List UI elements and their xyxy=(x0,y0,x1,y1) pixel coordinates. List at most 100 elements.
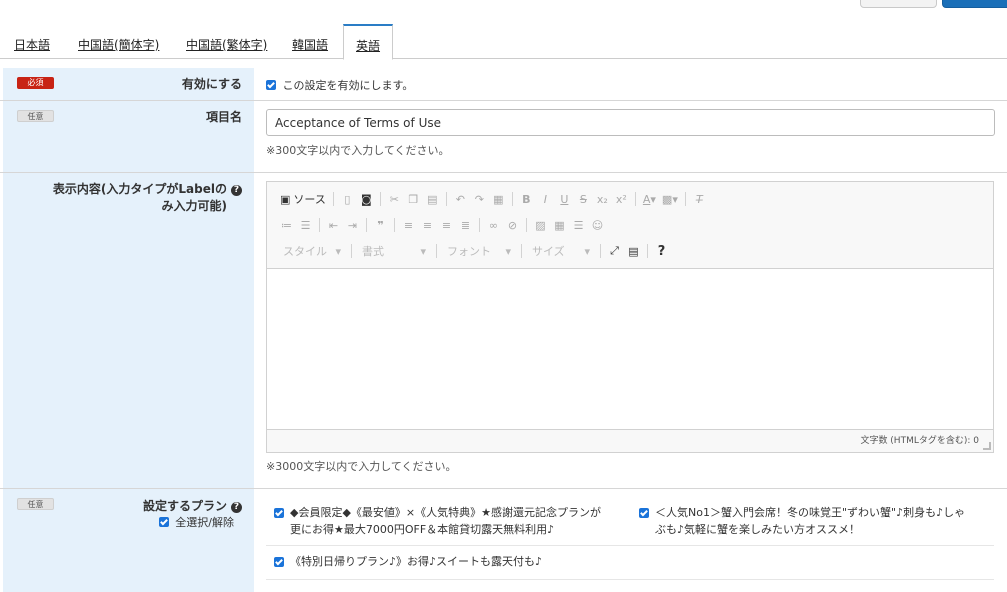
align-justify-icon[interactable]: ≣ xyxy=(456,216,475,234)
bg-color-icon[interactable]: ▩▾ xyxy=(659,190,681,208)
rich-text-editor: ▣ ソース ▯ ◙ ✂ ❐ ▤ ↶ ↷ ▦ B I U S x₂ x² A ▾ … xyxy=(266,181,994,453)
select-all-checkbox[interactable] xyxy=(158,517,169,527)
italic-icon[interactable]: I xyxy=(536,190,555,208)
style-combo[interactable]: スタイル ▾ xyxy=(277,242,347,260)
source-button[interactable]: ▣ ソース xyxy=(277,190,329,208)
image-icon[interactable]: ▨ xyxy=(531,216,550,234)
show-blocks-icon[interactable]: ▤ xyxy=(624,242,643,260)
toolbar-row-2: ≔ ☰ ⇤ ⇥ ❞ ≡ ≡ ≡ ≣ ∞ ⊘ ▨ ▦ ☰ ☺ xyxy=(277,215,607,235)
plan-checkbox[interactable] xyxy=(639,508,649,518)
plan-row: 任意 設定するプラン? 全選択/解除 ◆会員限定◆《最安値》×《人気特典》★感謝… xyxy=(0,489,1007,592)
bold-icon[interactable]: B xyxy=(517,190,536,208)
align-right-icon[interactable]: ≡ xyxy=(437,216,456,234)
horizontal-rule-icon[interactable]: ☰ xyxy=(569,216,588,234)
indent-icon[interactable]: ⇥ xyxy=(343,216,362,234)
plan-label-text: 設定するプラン xyxy=(142,499,227,513)
redo-icon[interactable]: ↷ xyxy=(470,190,489,208)
help-icon[interactable]: ? xyxy=(231,502,242,513)
plan-item[interactable]: ◆会員限定◆《最安値》×《人気特典》★感謝還元記念プランが 更にお得★最大700… xyxy=(274,504,629,538)
display-content-label-line2: み入力可能) xyxy=(161,199,228,213)
tab-chinese-simplified[interactable]: 中国語(簡体字) xyxy=(78,36,159,53)
optional-badge: 任意 xyxy=(17,498,54,510)
source-icon: ▣ xyxy=(280,192,291,206)
select-all-toggle[interactable]: 全選択/解除 xyxy=(158,514,234,530)
bulleted-list-icon[interactable]: ☰ xyxy=(296,216,315,234)
format-combo[interactable]: 書式 ▾ xyxy=(356,242,432,260)
required-badge: 必須 xyxy=(17,77,54,89)
link-icon[interactable]: ∞ xyxy=(484,216,503,234)
plan-text-line1: 《特別日帰りプラン♪》お得♪スイートも露天付も♪ xyxy=(290,555,543,568)
help-icon[interactable]: ? xyxy=(231,185,242,196)
secondary-top-button[interactable] xyxy=(860,0,937,8)
label-column: 任意 項目名 xyxy=(3,101,254,172)
toolbar-row-3: スタイル ▾ 書式 ▾ フォント ▾ サイズ ▾ ⤢ ▤ ? xyxy=(277,241,671,261)
smiley-icon[interactable]: ☺ xyxy=(588,216,607,234)
editor-toolbar: ▣ ソース ▯ ◙ ✂ ❐ ▤ ↶ ↷ ▦ B I U S x₂ x² A ▾ … xyxy=(267,182,993,268)
item-name-row: 任意 項目名 ※300文字以内で入力してください。 xyxy=(0,101,1007,173)
help-icon[interactable]: ? xyxy=(652,242,671,260)
enable-checkbox-label: この設定を有効にします。 xyxy=(282,79,414,92)
find-icon[interactable]: ▦ xyxy=(489,190,508,208)
superscript-icon[interactable]: x² xyxy=(612,190,631,208)
plan-item[interactable]: ＜人気No1＞蟹入門会席！冬の味覚王"ずわい蟹"♪刺身も♪しゃ ぶも♪気軽に蟹を… xyxy=(639,504,989,538)
maximize-icon[interactable]: ⤢ xyxy=(605,242,624,260)
copy-icon[interactable]: ❐ xyxy=(404,190,423,208)
new-page-icon[interactable]: ▯ xyxy=(338,190,357,208)
enable-checkbox-wrap[interactable]: この設定を有効にします。 xyxy=(266,77,413,93)
size-combo[interactable]: サイズ ▾ xyxy=(526,242,596,260)
tab-chinese-traditional[interactable]: 中国語(繁体字) xyxy=(186,36,267,53)
preview-icon[interactable]: ◙ xyxy=(357,190,376,208)
word-count: 文字数 (HTMLタグを含む): 0 xyxy=(860,436,979,446)
blockquote-icon[interactable]: ❞ xyxy=(371,216,390,234)
remove-format-icon[interactable]: T̶ xyxy=(690,190,709,208)
unlink-icon[interactable]: ⊘ xyxy=(503,216,522,234)
cut-icon[interactable]: ✂ xyxy=(385,190,404,208)
tab-japanese[interactable]: 日本語 xyxy=(14,36,50,53)
chevron-down-icon: ▾ xyxy=(420,244,426,258)
plan-divider xyxy=(266,545,994,546)
resize-handle[interactable] xyxy=(983,442,991,450)
display-content-hint: ※3000文字以内で入力してください。 xyxy=(266,460,457,473)
plan-divider xyxy=(266,579,994,580)
language-tabs: 日本語 中国語(簡体字) 中国語(繁体字) 韓国語 英語 xyxy=(0,24,1007,60)
table-icon[interactable]: ▦ xyxy=(550,216,569,234)
optional-badge: 任意 xyxy=(17,110,54,122)
paste-icon[interactable]: ▤ xyxy=(423,190,442,208)
plan-text-line2: 更にお得★最大7000円OFF＆本館貸切露天無料利用♪ xyxy=(290,523,555,536)
toolbar-row-1: ▣ ソース ▯ ◙ ✂ ❐ ▤ ↶ ↷ ▦ B I U S x₂ x² A ▾ … xyxy=(277,189,709,209)
display-content-label-line1: 表示内容(入力タイプがLabelの xyxy=(52,182,227,196)
plan-text-line1: ◆会員限定◆《最安値》×《人気特典》★感謝還元記念プランが xyxy=(290,506,601,519)
primary-top-button[interactable] xyxy=(942,0,1007,8)
plan-text-line1: ＜人気No1＞蟹入門会席！冬の味覚王"ずわい蟹"♪刺身も♪しゃ xyxy=(655,506,966,519)
underline-icon[interactable]: U xyxy=(555,190,574,208)
plan-text-line2: ぶも♪気軽に蟹を楽しみたい方オススメ！ xyxy=(655,523,861,536)
chevron-down-icon: ▾ xyxy=(584,244,590,258)
font-combo[interactable]: フォント ▾ xyxy=(441,242,517,260)
undo-icon[interactable]: ↶ xyxy=(451,190,470,208)
label-column: 任意 設定するプラン? 全選択/解除 xyxy=(3,489,254,592)
tab-english[interactable]: 英語 xyxy=(343,24,394,60)
chevron-down-icon: ▾ xyxy=(335,244,341,258)
display-content-label: 表示内容(入力タイプがLabelの? み入力可能) xyxy=(53,181,242,215)
subscript-icon[interactable]: x₂ xyxy=(593,190,612,208)
label-column: 必須 有効にする xyxy=(3,68,254,100)
editor-content-area[interactable] xyxy=(267,268,993,430)
enable-checkbox[interactable] xyxy=(266,80,276,90)
numbered-list-icon[interactable]: ≔ xyxy=(277,216,296,234)
strike-icon[interactable]: S xyxy=(574,190,593,208)
chevron-down-icon: ▾ xyxy=(505,244,511,258)
plan-label: 設定するプラン? xyxy=(143,498,242,515)
outdent-icon[interactable]: ⇤ xyxy=(324,216,343,234)
plan-checkbox[interactable] xyxy=(274,508,284,518)
align-left-icon[interactable]: ≡ xyxy=(399,216,418,234)
text-color-icon[interactable]: A ▾ xyxy=(640,190,659,208)
plan-item[interactable]: 《特別日帰りプラン♪》お得♪スイートも露天付も♪ xyxy=(274,553,629,570)
align-center-icon[interactable]: ≡ xyxy=(418,216,437,234)
item-name-hint: ※300文字以内で入力してください。 xyxy=(266,144,450,157)
tab-korean[interactable]: 韓国語 xyxy=(292,36,328,53)
label-column: 表示内容(入力タイプがLabelの? み入力可能) xyxy=(3,173,254,488)
plan-checkbox[interactable] xyxy=(274,557,284,567)
display-content-row: 表示内容(入力タイプがLabelの? み入力可能) ▣ ソース ▯ ◙ ✂ ❐ ▤… xyxy=(0,173,1007,489)
item-name-label: 項目名 xyxy=(205,110,242,124)
item-name-input[interactable] xyxy=(266,109,995,136)
